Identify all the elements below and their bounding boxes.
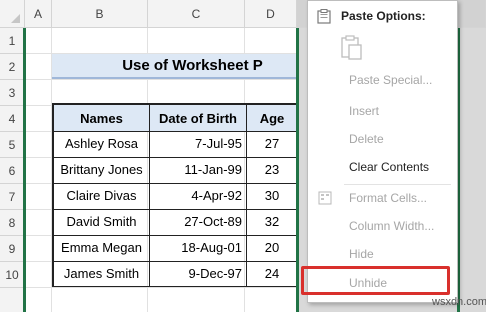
worksheet-title: Use of Worksheet P	[52, 54, 297, 79]
menu-item-hide[interactable]: Hide	[308, 240, 457, 268]
select-all-corner[interactable]	[0, 0, 25, 28]
data-table: Names Date of Birth Age Ashley Rosa 7-Ju…	[52, 103, 298, 287]
table-cell-dob[interactable]: 18-Aug-01	[149, 235, 247, 262]
table-cell-name[interactable]: Ashley Rosa	[53, 131, 150, 158]
table-cell-age[interactable]: 30	[246, 183, 298, 210]
column-header-c[interactable]: C	[148, 0, 245, 28]
table-header-age: Age	[246, 104, 298, 132]
table-header-names: Names	[53, 104, 150, 132]
menu-item-paste-special[interactable]: Paste Special...	[308, 66, 457, 94]
table-cell-name[interactable]: James Smith	[53, 261, 150, 287]
paste-options-label: Paste Options:	[341, 9, 426, 23]
table-cell-age[interactable]: 32	[246, 209, 298, 236]
table-cell-name[interactable]: Brittany Jones	[53, 157, 150, 184]
table-cell-age[interactable]: 20	[246, 235, 298, 262]
column-header-b[interactable]: B	[52, 0, 148, 28]
column-header-d[interactable]: D	[245, 0, 297, 28]
paste-icon	[341, 35, 362, 60]
table-header-dob: Date of Birth	[149, 104, 247, 132]
table-cell-name[interactable]: Emma Megan	[53, 235, 150, 262]
row-header-2[interactable]: 2	[0, 54, 25, 80]
table-cell-dob[interactable]: 11-Jan-99	[149, 157, 247, 184]
paste-options-header: Paste Options:	[308, 1, 457, 31]
table-cell-dob[interactable]: 4-Apr-92	[149, 183, 247, 210]
row-header-9[interactable]: 9	[0, 236, 25, 262]
table-cell-name[interactable]: Claire Divas	[53, 183, 150, 210]
row-header-5[interactable]: 5	[0, 132, 25, 158]
unhide-highlight-box	[301, 266, 450, 295]
menu-item-insert[interactable]: Insert	[308, 97, 457, 125]
table-cell-dob[interactable]: 9-Dec-97	[149, 261, 247, 287]
column-header-a[interactable]: A	[25, 0, 52, 28]
watermark: wsxdn.com	[432, 296, 486, 308]
menu-item-clear-contents[interactable]: Clear Contents	[308, 153, 457, 181]
table-cell-dob[interactable]: 7-Jul-95	[149, 131, 247, 158]
table-cell-dob[interactable]: 27-Oct-89	[149, 209, 247, 236]
row-header-filler	[0, 288, 25, 312]
row-header-6[interactable]: 6	[0, 158, 25, 184]
row-header-10[interactable]: 10	[0, 262, 25, 288]
paste-button[interactable]	[339, 34, 365, 62]
table-cell-age[interactable]: 24	[246, 261, 298, 287]
table-cell-age[interactable]: 27	[246, 131, 298, 158]
menu-item-format-cells[interactable]: Format Cells...	[308, 184, 457, 212]
clipboard-icon	[317, 9, 331, 24]
selection-border	[23, 28, 26, 312]
row-header-8[interactable]: 8	[0, 210, 25, 236]
context-menu: Paste Options: Paste Special... Insert D…	[307, 0, 458, 303]
row-header-7[interactable]: 7	[0, 184, 25, 210]
selection-border	[296, 28, 299, 312]
menu-item-delete[interactable]: Delete	[308, 125, 457, 153]
row-header-1[interactable]: 1	[0, 28, 25, 54]
row-header-4[interactable]: 4	[0, 106, 25, 132]
table-cell-age[interactable]: 23	[246, 157, 298, 184]
row-header-3[interactable]: 3	[0, 80, 25, 106]
menu-item-column-width[interactable]: Column Width...	[308, 212, 457, 240]
table-cell-name[interactable]: David Smith	[53, 209, 150, 236]
